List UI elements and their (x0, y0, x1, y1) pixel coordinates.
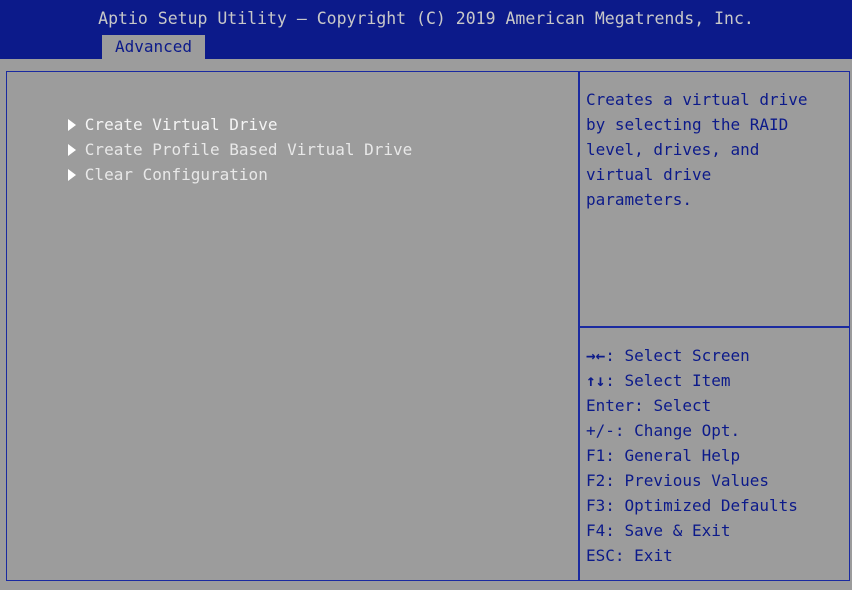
key-name: Enter (586, 396, 635, 415)
submenu-arrow-icon (67, 169, 76, 181)
key-select-screen: →←: Select Screen (586, 343, 848, 368)
key-name: F1 (586, 446, 606, 465)
key-esc: ESC: Exit (586, 543, 848, 568)
key-name: ESC (586, 546, 615, 565)
key-name: F2 (586, 471, 606, 490)
key-name: +/- (586, 421, 615, 440)
bios-screen: Aptio Setup Utility – Copyright (C) 2019… (0, 0, 852, 590)
key-select-item: ↑↓: Select Item (586, 368, 848, 393)
key-legend: →←: Select Screen ↑↓: Select Item Enter:… (586, 343, 848, 568)
key-f1: F1: General Help (586, 443, 848, 468)
help-line: parameters. (586, 190, 692, 209)
menu-item-create-virtual-drive[interactable]: Create Virtual Drive (10, 87, 412, 134)
header-title: Aptio Setup Utility – Copyright (C) 2019… (98, 9, 754, 28)
key-f3: F3: Optimized Defaults (586, 493, 848, 518)
menu-item-label: Clear Configuration (84, 165, 268, 184)
horizontal-divider (580, 326, 850, 328)
up-down-arrows-icon: ↑↓ (586, 371, 606, 390)
help-panel: Creates a virtual drive by selecting the… (586, 87, 846, 212)
key-change-opt: +/-: Change Opt. (586, 418, 848, 443)
key-desc: : Change Opt. (614, 421, 741, 440)
key-name: F3 (586, 496, 606, 515)
menu-item-label: Create Profile Based Virtual Drive (84, 140, 413, 159)
submenu-arrow-icon (67, 144, 76, 156)
help-line: by selecting the RAID (586, 115, 789, 134)
menu-item-label: Create Virtual Drive (84, 115, 278, 134)
key-enter: Enter: Select (586, 393, 848, 418)
key-desc: : Optimized Defaults (605, 496, 798, 515)
key-desc: : Select Item (605, 371, 731, 390)
key-desc: : Select Screen (605, 346, 750, 365)
key-f2: F2: Previous Values (586, 468, 848, 493)
key-desc: : General Help (605, 446, 741, 465)
key-desc: : Previous Values (605, 471, 770, 490)
key-desc: : Select (634, 396, 712, 415)
menu-list: Create Virtual Drive Create Profile Base… (10, 87, 413, 184)
header-bar: Aptio Setup Utility – Copyright (C) 2019… (0, 0, 852, 59)
key-desc: : Exit (614, 546, 673, 565)
help-line: virtual drive (586, 165, 712, 184)
submenu-arrow-icon (67, 119, 76, 131)
help-line: Creates a virtual drive (586, 90, 808, 109)
key-name: F4 (586, 521, 606, 540)
left-right-arrows-icon: →← (586, 346, 606, 365)
tab-advanced[interactable]: Advanced (102, 35, 205, 59)
key-f4: F4: Save & Exit (586, 518, 848, 543)
key-desc: : Save & Exit (605, 521, 731, 540)
help-line: level, drives, and (586, 140, 760, 159)
